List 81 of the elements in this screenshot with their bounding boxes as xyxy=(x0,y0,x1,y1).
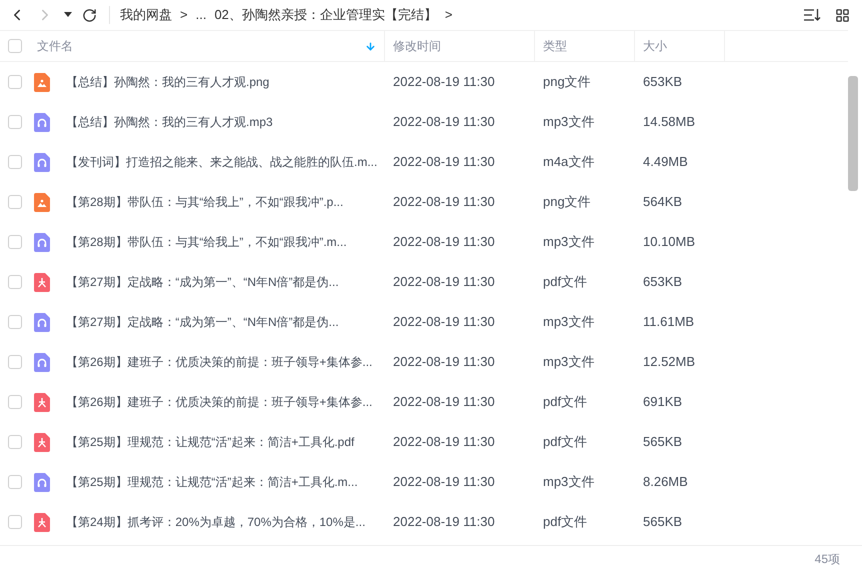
file-name[interactable]: 【第26期】建班子：优质决策的前提：班子领导+集体参... xyxy=(66,393,372,411)
file-name[interactable]: 【第27期】定战略：“成为第一”、“N年N倍”都是伪... xyxy=(66,313,339,331)
modified-time: 2022-08-19 11:30 xyxy=(392,393,496,412)
checkbox[interactable] xyxy=(8,155,22,169)
checkbox[interactable] xyxy=(8,315,22,329)
audio-file-icon xyxy=(34,312,50,332)
file-type: mp3文件 xyxy=(542,313,596,332)
file-size: 565KB xyxy=(642,513,684,532)
file-type: pdf文件 xyxy=(542,513,588,532)
breadcrumb-item[interactable]: 02、孙陶然亲授：企业管理实【完结】 xyxy=(214,5,437,25)
modified-time: 2022-08-19 11:30 xyxy=(392,473,496,492)
file-name[interactable]: 【第24期】抓考评：20%为卓越，70%为合格，10%是... xyxy=(66,513,366,531)
file-size: 691KB xyxy=(642,393,684,412)
audio-file-icon xyxy=(34,112,50,132)
file-type: m4a文件 xyxy=(542,153,596,172)
pdf-file-icon xyxy=(34,392,50,412)
pdf-file-icon xyxy=(34,272,50,292)
pdf-file-icon xyxy=(34,432,50,452)
file-size: 653KB xyxy=(642,73,684,92)
checkbox[interactable] xyxy=(8,355,22,369)
modified-time: 2022-08-19 11:30 xyxy=(392,353,496,372)
image-file-icon xyxy=(34,192,50,212)
modified-time: 2022-08-19 11:30 xyxy=(392,153,496,172)
file-type: pdf文件 xyxy=(542,393,588,412)
file-size: 11.61MB xyxy=(642,313,696,332)
file-size: 565KB xyxy=(642,433,684,452)
audio-file-icon xyxy=(34,232,50,252)
file-size: 12.52MB xyxy=(642,353,696,372)
modified-time: 2022-08-19 11:30 xyxy=(392,233,496,252)
item-count: 45项 xyxy=(814,551,840,568)
breadcrumb-item[interactable]: 我的网盘 xyxy=(120,5,172,25)
image-file-icon xyxy=(34,72,50,92)
modified-time: 2022-08-19 11:30 xyxy=(392,73,496,92)
modified-time: 2022-08-19 11:30 xyxy=(392,313,496,332)
file-name[interactable]: 【第28期】带队伍：与其“给我上”，不如“跟我冲”.p... xyxy=(66,193,344,211)
checkbox[interactable] xyxy=(8,39,22,53)
audio-file-icon xyxy=(34,152,50,172)
file-type: png文件 xyxy=(542,73,592,92)
file-size: 10.10MB xyxy=(642,233,696,252)
modified-time: 2022-08-19 11:30 xyxy=(392,113,496,132)
checkbox[interactable] xyxy=(8,475,22,489)
audio-file-icon xyxy=(34,472,50,492)
file-size: 14.58MB xyxy=(642,113,696,132)
modified-time: 2022-08-19 11:30 xyxy=(392,193,496,212)
pdf-file-icon xyxy=(34,512,50,532)
breadcrumb-item[interactable]: > xyxy=(180,5,188,25)
breadcrumb-item[interactable]: > xyxy=(444,5,452,25)
checkbox[interactable] xyxy=(8,235,22,249)
file-size: 564KB xyxy=(642,193,684,212)
file-size: 4.49MB xyxy=(642,153,689,172)
file-size: 653KB xyxy=(642,273,684,292)
checkbox[interactable] xyxy=(8,515,22,529)
file-name[interactable]: 【发刊词】打造招之能来、来之能战、战之能胜的队伍.m... xyxy=(66,153,378,171)
file-name[interactable]: 【总结】孙陶然：我的三有人才观.png xyxy=(66,73,270,91)
file-name[interactable]: 【第26期】建班子：优质决策的前提：班子领导+集体参... xyxy=(66,353,372,371)
file-type: mp3文件 xyxy=(542,353,596,372)
file-type: mp3文件 xyxy=(542,113,596,132)
file-type: pdf文件 xyxy=(542,273,588,292)
checkbox[interactable] xyxy=(8,275,22,289)
modified-time: 2022-08-19 11:30 xyxy=(392,273,496,292)
breadcrumb-item[interactable]: ... xyxy=(196,5,206,25)
checkbox[interactable] xyxy=(8,195,22,209)
file-name[interactable]: 【总结】孙陶然：我的三有人才观.mp3 xyxy=(66,113,273,131)
checkbox[interactable] xyxy=(8,115,22,129)
file-name[interactable]: 【第25期】理规范：让规范“活”起来：简洁+工具化.pdf xyxy=(66,433,354,451)
file-type: pdf文件 xyxy=(542,433,588,452)
file-name[interactable]: 【第27期】定战略：“成为第一”、“N年N倍”都是伪... xyxy=(66,273,339,291)
sort-list-icon[interactable] xyxy=(803,8,821,22)
modified-time: 2022-08-19 11:30 xyxy=(392,513,496,532)
checkbox[interactable] xyxy=(8,75,22,89)
grid-view-icon[interactable] xyxy=(835,8,850,22)
checkbox[interactable] xyxy=(8,395,22,409)
file-name[interactable]: 【第25期】理规范：让规范“活”起来：简洁+工具化.m... xyxy=(66,473,358,491)
checkbox[interactable] xyxy=(8,435,22,449)
file-name[interactable]: 【第28期】带队伍：与其“给我上”，不如“跟我冲”.m... xyxy=(66,233,347,251)
file-size: 8.26MB xyxy=(642,473,689,492)
file-type: mp3文件 xyxy=(542,233,596,252)
audio-file-icon xyxy=(34,352,50,372)
file-type: png文件 xyxy=(542,193,592,212)
file-type: mp3文件 xyxy=(542,473,596,492)
modified-time: 2022-08-19 11:30 xyxy=(392,433,496,452)
